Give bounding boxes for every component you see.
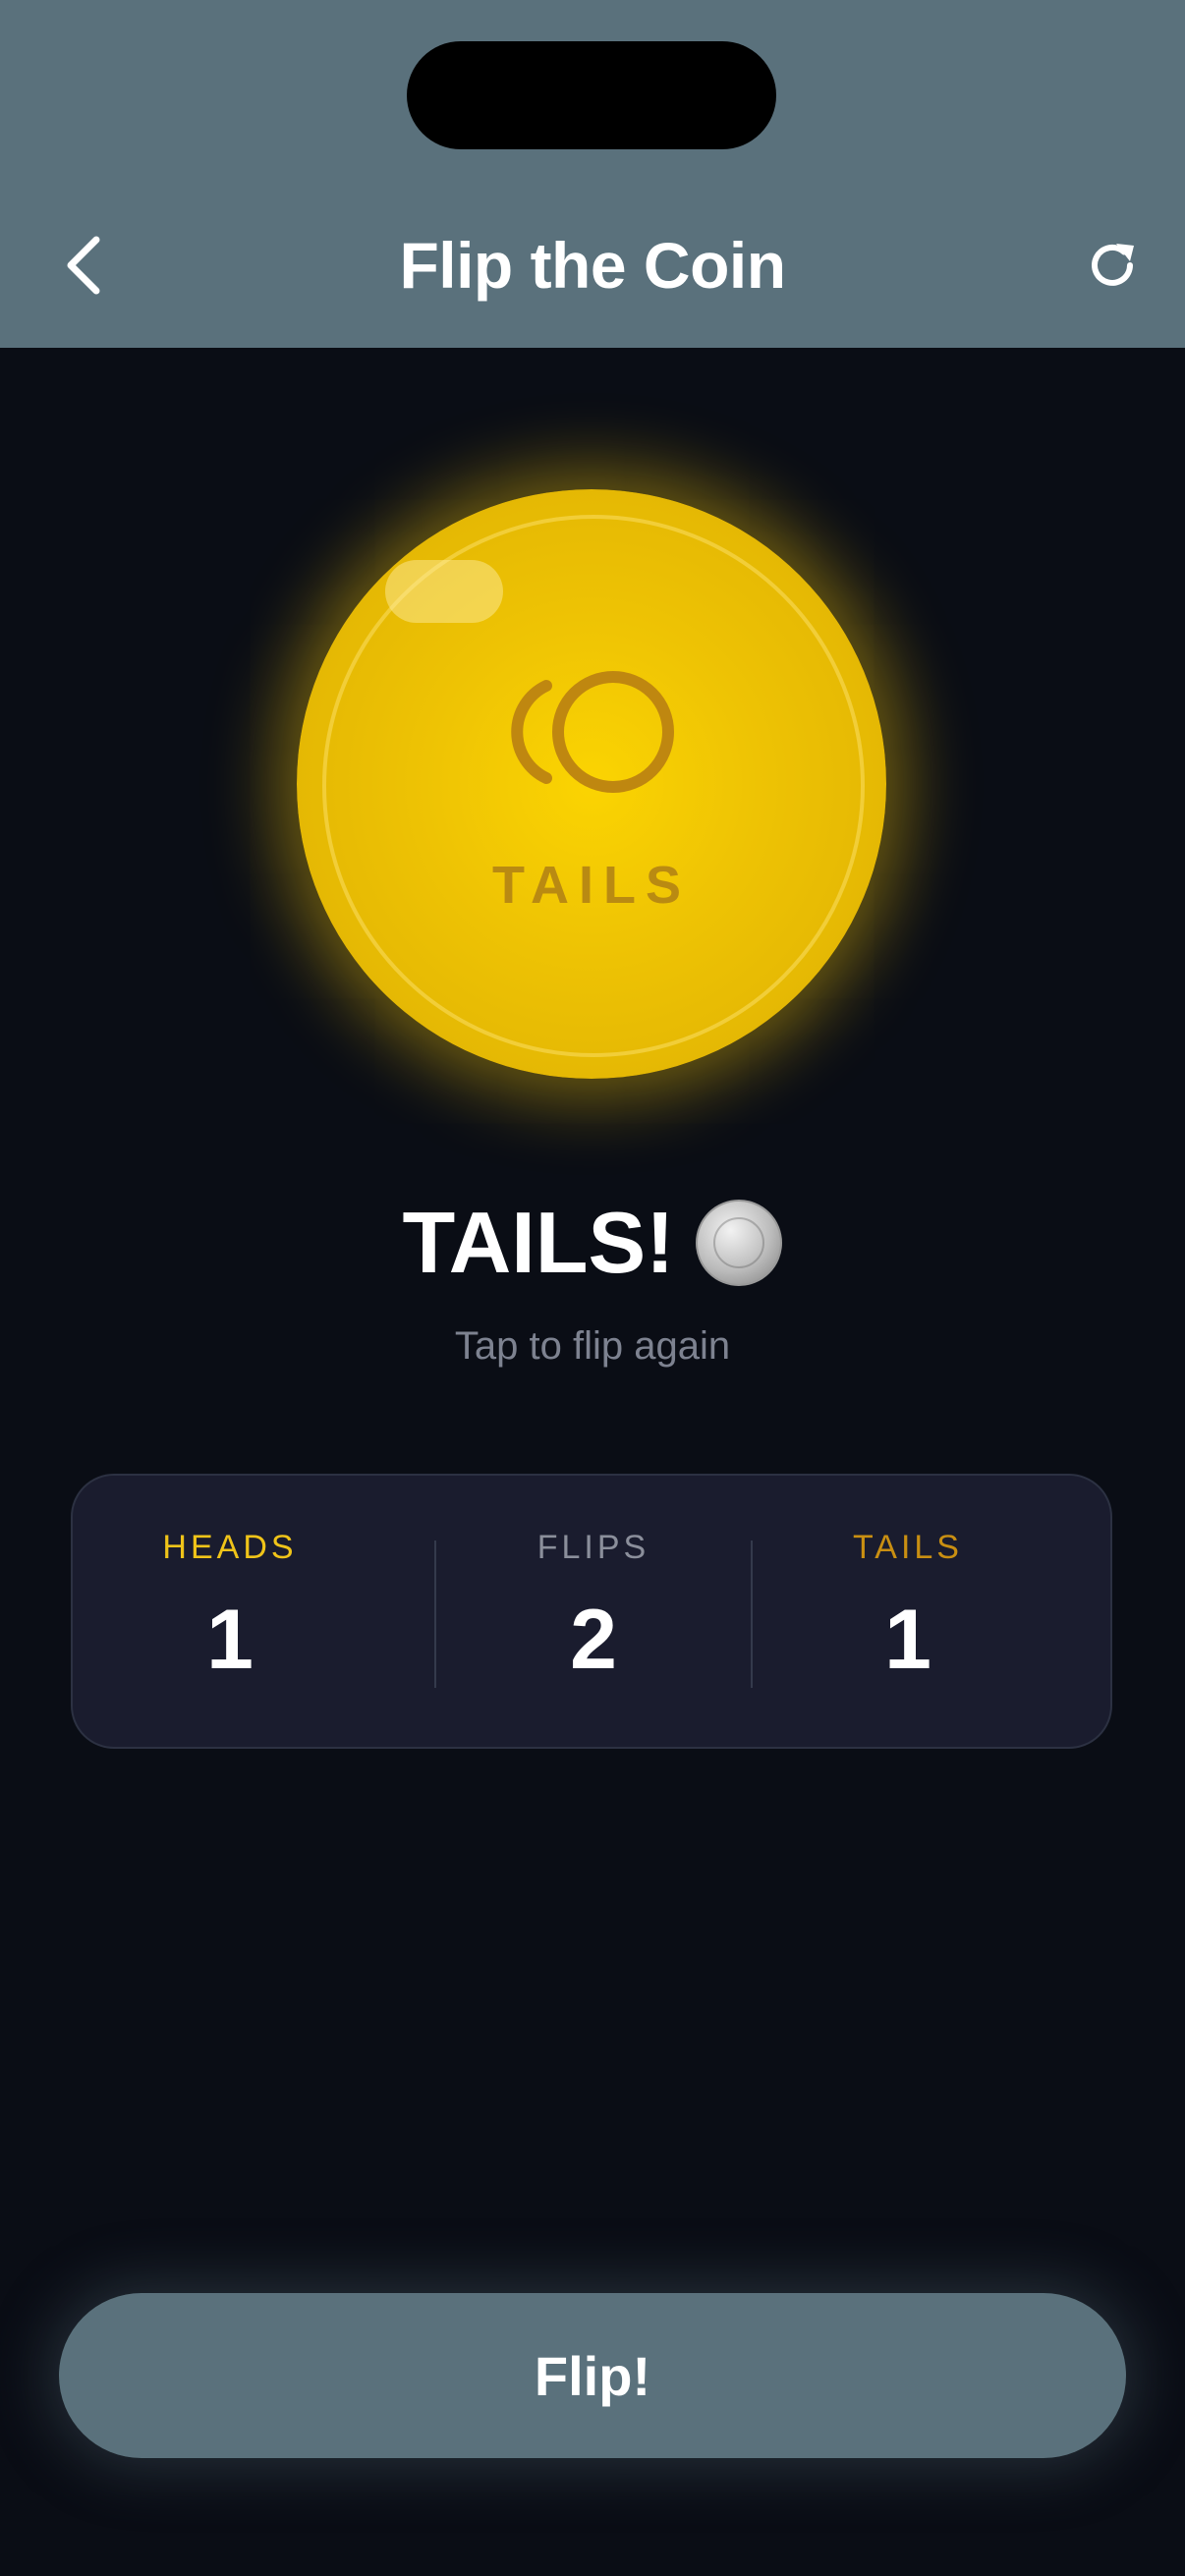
flips-label: FLIPS	[536, 1529, 650, 1566]
heads-count: 1	[206, 1593, 254, 1687]
refresh-icon	[1092, 244, 1134, 286]
coin[interactable]: TAILS	[297, 489, 886, 1079]
refresh-button[interactable]	[1077, 228, 1152, 303]
flips-count: 2	[570, 1593, 617, 1687]
stat-heads: HEADS 1	[73, 1476, 387, 1751]
stat-flips: FLIPS 2	[436, 1476, 751, 1751]
dynamic-island	[407, 41, 776, 149]
coin-flip-screen: Flip the Coin TAILS TAILS! Tap to flip a…	[0, 0, 1185, 2576]
tails-ring-icon	[511, 671, 674, 793]
stats-card: HEADS 1 FLIPS 2 TAILS 1	[71, 1474, 1112, 1749]
result-row: TAILS!	[0, 1189, 1185, 1297]
result-text: TAILS!	[402, 1194, 675, 1291]
coin-shine	[385, 560, 503, 623]
app-header: Flip the Coin	[0, 0, 1185, 348]
stat-tails: TAILS 1	[751, 1476, 1065, 1751]
coin-face-label: TAILS	[492, 856, 691, 915]
silver-coin-icon	[696, 1200, 783, 1286]
heads-label: HEADS	[162, 1529, 298, 1566]
page-title: Flip the Coin	[399, 229, 786, 302]
flip-button[interactable]: Flip!	[59, 2293, 1126, 2458]
tails-count: 1	[884, 1593, 931, 1687]
tails-label: TAILS	[853, 1529, 963, 1566]
flip-again-hint: Tap to flip again	[454, 1324, 731, 1368]
